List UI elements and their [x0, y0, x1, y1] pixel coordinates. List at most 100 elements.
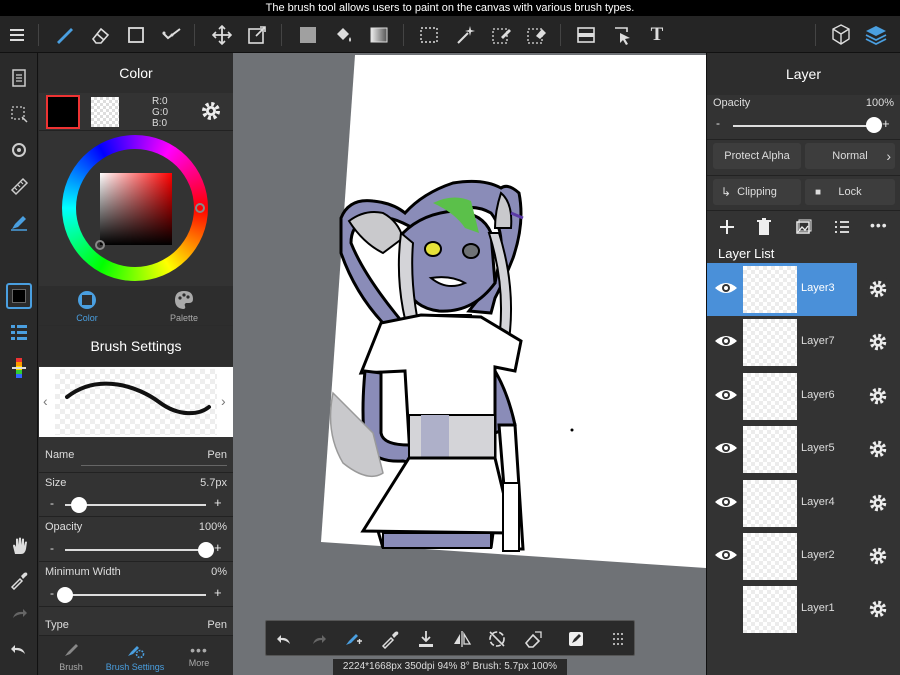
- layer-settings-gear-icon[interactable]: [867, 545, 889, 567]
- 3d-icon[interactable]: [828, 22, 854, 48]
- opacity-slider-knob[interactable]: [198, 542, 214, 558]
- min-width-slider[interactable]: [65, 594, 206, 596]
- opacity-plus[interactable]: +: [214, 540, 222, 555]
- palette-strip-icon[interactable]: [6, 355, 32, 381]
- hand-icon[interactable]: [6, 533, 32, 559]
- opacity-minus[interactable]: -: [50, 541, 54, 555]
- layer-opacity-slider-knob[interactable]: [866, 117, 882, 133]
- layer-settings-gear-icon[interactable]: [867, 438, 889, 460]
- visibility-eye-icon[interactable]: [713, 545, 739, 565]
- size-minus[interactable]: -: [50, 496, 54, 510]
- name-value[interactable]: Pen: [207, 449, 227, 461]
- opacity-slider[interactable]: [65, 549, 206, 551]
- bucket-icon[interactable]: [330, 22, 356, 48]
- visibility-eye-icon[interactable]: [713, 492, 739, 512]
- hue-handle[interactable]: [195, 203, 205, 213]
- layer-settings-gear-icon[interactable]: [867, 278, 889, 300]
- layers-icon[interactable]: [863, 22, 889, 48]
- min-width-minus[interactable]: -: [50, 586, 54, 600]
- select-rect-icon[interactable]: [416, 22, 442, 48]
- eyedropper-icon[interactable]: [6, 567, 32, 593]
- visibility-eye-icon[interactable]: [713, 278, 739, 298]
- size-slider-knob[interactable]: [71, 497, 88, 513]
- layer-settings-gear-icon[interactable]: [867, 598, 889, 620]
- layer-row[interactable]: Layer1: [707, 583, 900, 636]
- secondary-color-swatch[interactable]: [91, 97, 119, 127]
- tab-more[interactable]: ••• More: [167, 636, 231, 674]
- layer-list-icon[interactable]: [6, 319, 32, 345]
- eraser-icon[interactable]: [87, 22, 113, 48]
- visibility-eye-icon[interactable]: [713, 331, 739, 351]
- brush-eraser-switch-icon[interactable]: [342, 627, 366, 651]
- layer-row[interactable]: Layer6: [707, 370, 900, 423]
- selection-icon[interactable]: [6, 101, 32, 127]
- gradient-icon[interactable]: [366, 22, 392, 48]
- redo-icon[interactable]: [6, 601, 32, 627]
- pen-stabilizer-icon[interactable]: [6, 209, 32, 235]
- color-swatch-icon[interactable]: [6, 283, 32, 309]
- primary-color-swatch[interactable]: [46, 95, 80, 129]
- layer-row[interactable]: Layer4: [707, 477, 900, 530]
- flip-icon[interactable]: [450, 627, 474, 651]
- layer-settings-gear-icon[interactable]: [867, 492, 889, 514]
- visibility-eye-icon[interactable]: [713, 385, 739, 405]
- protect-alpha-button[interactable]: Protect Alpha: [713, 143, 801, 169]
- artwork-canvas[interactable]: [233, 53, 706, 675]
- layer-list-view-icon[interactable]: [832, 217, 852, 237]
- rectangle-icon[interactable]: [123, 22, 149, 48]
- layer-panel-icon[interactable]: [573, 22, 599, 48]
- layer-image-icon[interactable]: [793, 217, 813, 237]
- save-icon[interactable]: [414, 627, 438, 651]
- layer-opacity-slider[interactable]: [733, 125, 874, 127]
- min-width-plus[interactable]: +: [214, 585, 222, 600]
- clear-layer-icon[interactable]: [521, 627, 545, 651]
- color-handle[interactable]: [95, 240, 105, 250]
- move-icon[interactable]: [209, 22, 235, 48]
- visibility-eye-icon[interactable]: [713, 598, 739, 618]
- size-plus[interactable]: +: [214, 495, 222, 510]
- select-pen-icon[interactable]: [488, 22, 514, 48]
- layer-settings-gear-icon[interactable]: [867, 385, 889, 407]
- menu-icon[interactable]: [5, 22, 31, 48]
- grid-dots-icon[interactable]: [606, 627, 630, 651]
- layer-row[interactable]: Layer2: [707, 530, 900, 583]
- ruler-icon[interactable]: [6, 173, 32, 199]
- add-layer-icon[interactable]: [717, 217, 737, 237]
- redo-button-icon[interactable]: [307, 627, 331, 651]
- layer-row[interactable]: Layer5: [707, 423, 900, 476]
- rotate-icon[interactable]: [6, 137, 32, 163]
- document-icon[interactable]: [6, 65, 32, 91]
- select-layer-icon[interactable]: [609, 22, 635, 48]
- brush-prev-icon[interactable]: ‹: [43, 393, 48, 409]
- text-icon[interactable]: T: [644, 22, 670, 48]
- edit-icon[interactable]: [564, 627, 588, 651]
- color-settings-gear-icon[interactable]: [199, 99, 223, 123]
- undo-icon[interactable]: [6, 637, 32, 663]
- saturation-value-square[interactable]: [100, 173, 172, 245]
- rotate-reset-icon[interactable]: [485, 627, 509, 651]
- tab-brush[interactable]: Brush: [39, 636, 103, 674]
- type-value[interactable]: Pen: [207, 619, 227, 631]
- delete-layer-icon[interactable]: [754, 217, 774, 237]
- visibility-eye-icon[interactable]: [713, 438, 739, 458]
- fill-color-icon[interactable]: [295, 22, 321, 48]
- tab-brush-settings[interactable]: Brush Settings: [103, 636, 167, 674]
- layer-settings-gear-icon[interactable]: [867, 331, 889, 353]
- transform-icon[interactable]: [244, 22, 270, 48]
- clipping-button[interactable]: ↳ Clipping: [713, 179, 801, 205]
- eyedropper-button-icon[interactable]: [378, 627, 402, 651]
- layer-opacity-plus[interactable]: +: [882, 116, 890, 131]
- canvas-area[interactable]: [233, 53, 706, 675]
- select-eraser-icon[interactable]: [523, 22, 549, 48]
- layer-row[interactable]: Layer3: [707, 263, 900, 316]
- layer-row[interactable]: Layer7: [707, 316, 900, 369]
- lock-button[interactable]: ■ Lock: [805, 179, 895, 205]
- correction-icon[interactable]: [159, 22, 185, 48]
- tab-color[interactable]: Color: [55, 286, 119, 324]
- brush-next-icon[interactable]: ›: [221, 393, 226, 409]
- brush-icon[interactable]: [51, 22, 77, 48]
- layer-more-icon[interactable]: •••: [870, 217, 890, 237]
- magic-wand-icon[interactable]: [452, 22, 478, 48]
- layer-opacity-minus[interactable]: -: [716, 116, 720, 130]
- undo-button-icon[interactable]: [272, 627, 296, 651]
